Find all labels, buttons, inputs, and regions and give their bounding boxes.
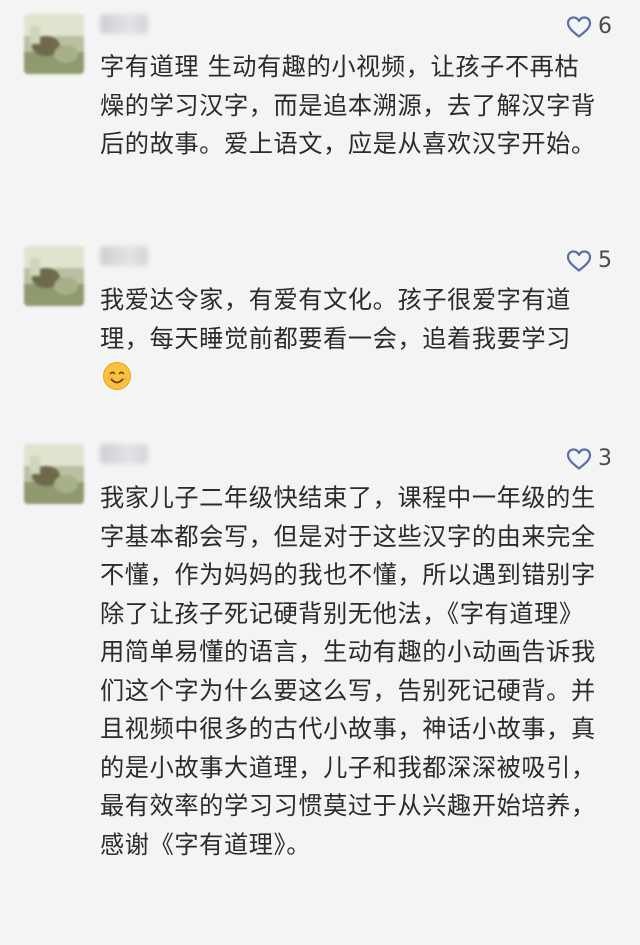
comment-list: 6 字有道理 生动有趣的小视频，让孩子不再枯燥的学习汉字，而是追本溯源，去了解汉… (0, 0, 640, 945)
username-blurred[interactable] (100, 444, 148, 464)
comment-text: 我家儿子二年级快结束了，课程中一年级的生字基本都会写，但是对于这些汉字的由来完全… (100, 484, 596, 859)
like-button[interactable]: 5 (566, 246, 612, 276)
like-button[interactable]: 6 (566, 12, 612, 42)
avatar[interactable] (24, 246, 84, 306)
like-count: 3 (598, 446, 612, 471)
username-blurred[interactable] (100, 246, 148, 266)
heart-outline-icon (566, 448, 592, 470)
comment-item: 6 字有道理 生动有趣的小视频，让孩子不再枯燥的学习汉字，而是追本溯源，去了解汉… (0, 0, 640, 230)
heart-outline-icon (566, 250, 592, 272)
heart-outline-icon (566, 16, 592, 38)
comment-text: 字有道理 生动有趣的小视频，让孩子不再枯燥的学习汉字，而是追本溯源，去了解汉字背… (100, 53, 596, 158)
avatar[interactable] (24, 14, 84, 74)
username-blurred[interactable] (100, 14, 148, 34)
smiling-face-emoji (103, 362, 131, 390)
avatar[interactable] (24, 444, 84, 504)
like-button[interactable]: 3 (566, 444, 612, 474)
comment-item: 3 我家儿子二年级快结束了，课程中一年级的生字基本都会写，但是对于这些汉字的由来… (0, 430, 640, 945)
like-count: 5 (598, 248, 612, 273)
like-count: 6 (598, 14, 612, 39)
comment-text: 我爱达令家，有爱有文化。孩子很爱字有道理，每天睡觉前都要看一会，追着我要学习 (100, 281, 598, 397)
comment-text-body: 我爱达令家，有爱有文化。孩子很爱字有道理，每天睡觉前都要看一会，追着我要学习 (100, 286, 571, 353)
comment-item: 5 我爱达令家，有爱有文化。孩子很爱字有道理，每天睡觉前都要看一会，追着我要学习 (0, 232, 640, 422)
